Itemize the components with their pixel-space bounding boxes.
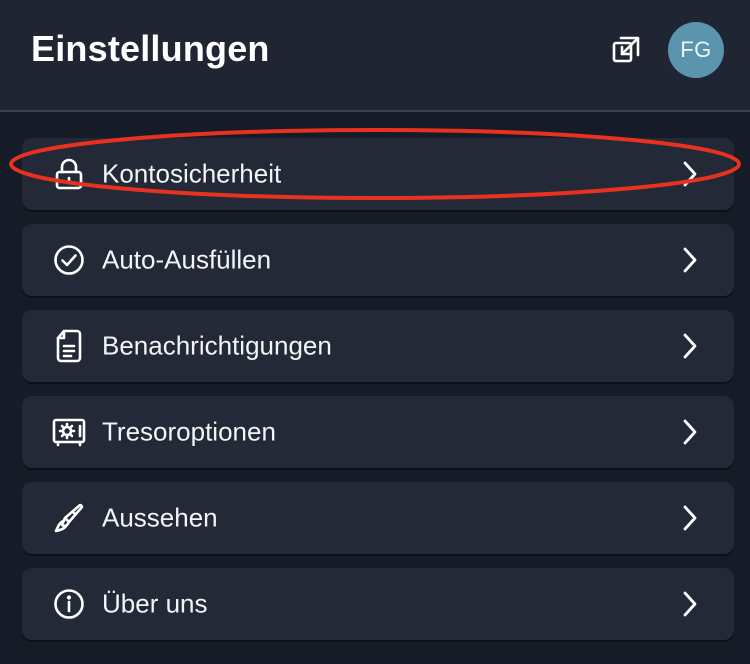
menu-item-label: Aussehen (102, 502, 218, 533)
chevron-right-icon (680, 159, 700, 189)
menu-item-label: Auto-Ausfüllen (102, 244, 272, 275)
chevron-right-icon (680, 331, 700, 361)
lock-icon (52, 157, 86, 191)
menu-item-label: Tresoroptionen (102, 416, 276, 447)
info-icon (52, 587, 86, 621)
avatar[interactable]: FG (668, 22, 724, 78)
vault-icon (52, 415, 86, 449)
popout-button[interactable] (608, 34, 644, 70)
chevron-right-icon (680, 245, 700, 275)
chevron-right-icon (680, 589, 700, 619)
document-icon (52, 329, 86, 363)
menu-item-label: Über uns (102, 588, 208, 619)
menu-item-appearance[interactable]: Aussehen (22, 482, 734, 554)
header: Einstellungen FG (0, 0, 750, 112)
chevron-right-icon (680, 503, 700, 533)
menu-item-autofill[interactable]: Auto-Ausfüllen (22, 224, 734, 296)
chevron-right-icon (680, 417, 700, 447)
settings-menu: Kontosicherheit Auto-Ausfüllen Benachric… (22, 138, 734, 654)
menu-item-label: Benachrichtigungen (102, 330, 332, 361)
menu-item-account-security[interactable]: Kontosicherheit (22, 138, 734, 210)
menu-item-about[interactable]: Über uns (22, 568, 734, 640)
paintbrush-icon (52, 501, 86, 535)
menu-item-label: Kontosicherheit (102, 158, 282, 189)
menu-item-notifications[interactable]: Benachrichtigungen (22, 310, 734, 382)
page-title: Einstellungen (31, 28, 270, 69)
menu-item-vault-options[interactable]: Tresoroptionen (22, 396, 734, 468)
check-circle-icon (52, 243, 86, 277)
popout-icon (611, 35, 641, 70)
